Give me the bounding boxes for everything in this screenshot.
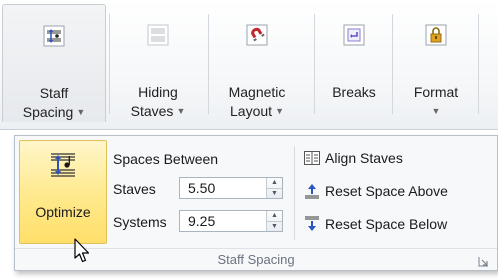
chevron-down-icon: ▼ [176, 106, 186, 116]
systems-label: Systems [113, 214, 167, 230]
systems-spacing-value[interactable]: 9.25 [180, 211, 266, 231]
breaks-label: Breaks [332, 84, 376, 100]
staff-spacing-group: Optimize Spaces Between Staves 5.50 ▲ ▼ … [15, 136, 497, 248]
spin-up-icon[interactable]: ▲ [267, 178, 282, 189]
reset-space-below-label: Reset Space Below [325, 216, 448, 232]
breaks-button[interactable]: Breaks [320, 4, 388, 122]
format-button[interactable]: Format ▼ [398, 4, 474, 122]
ribbon-separator [208, 14, 209, 114]
ribbon-separator [392, 14, 393, 114]
mouse-cursor-icon [74, 238, 92, 264]
chevron-down-icon: ▼ [76, 107, 86, 117]
group-separator [294, 146, 295, 240]
ribbon-separator [109, 14, 110, 114]
ribbon: Staff Spacing ▼ Hiding Staves ▼ Magnetic… [0, 0, 498, 130]
reset-space-above-label: Reset Space Above [325, 183, 448, 199]
staves-spacing-value[interactable]: 5.50 [180, 178, 266, 198]
reset-space-below-button[interactable]: Reset Space Below [303, 213, 447, 235]
chevron-down-icon: ▼ [431, 106, 441, 116]
hiding-staves-icon [141, 18, 175, 52]
ribbon-separator [478, 14, 479, 114]
optimize-icon [45, 147, 81, 183]
optimize-button[interactable]: Optimize [19, 140, 107, 244]
align-staves-button[interactable]: Align Staves [303, 147, 403, 169]
dialog-launcher-icon[interactable] [478, 254, 489, 267]
spin-down-icon[interactable]: ▼ [267, 189, 282, 199]
staff-spacing-icon [37, 19, 71, 53]
magnet-icon [240, 18, 274, 52]
align-staves-icon [303, 149, 321, 167]
spaces-between-heading: Spaces Between [113, 151, 219, 167]
hiding-staves-button[interactable]: Hiding Staves ▼ [112, 4, 204, 122]
spin-up-icon[interactable]: ▲ [267, 211, 282, 222]
staves-label: Staves [113, 181, 156, 197]
staves-spacing-stepper[interactable]: 5.50 ▲ ▼ [179, 177, 283, 199]
ribbon-separator [314, 14, 315, 114]
staff-spacing-button[interactable]: Staff Spacing ▼ [2, 4, 106, 122]
reset-space-above-button[interactable]: Reset Space Above [303, 180, 448, 202]
hiding-staves-label: Hiding Staves [130, 84, 178, 119]
reset-space-above-icon [303, 182, 321, 200]
optimize-label: Optimize [35, 204, 91, 220]
magnetic-layout-button[interactable]: Magnetic Layout ▼ [212, 4, 302, 122]
breaks-icon [337, 18, 371, 52]
align-staves-label: Align Staves [325, 150, 403, 166]
format-label: Format [413, 84, 459, 100]
spin-down-icon[interactable]: ▼ [267, 222, 282, 232]
reset-space-below-icon [303, 215, 321, 233]
chevron-down-icon: ▼ [275, 106, 284, 116]
lock-icon [419, 18, 453, 52]
systems-spacing-stepper[interactable]: 9.25 ▲ ▼ [179, 210, 283, 232]
staff-spacing-label: Staff Spacing [22, 85, 74, 120]
